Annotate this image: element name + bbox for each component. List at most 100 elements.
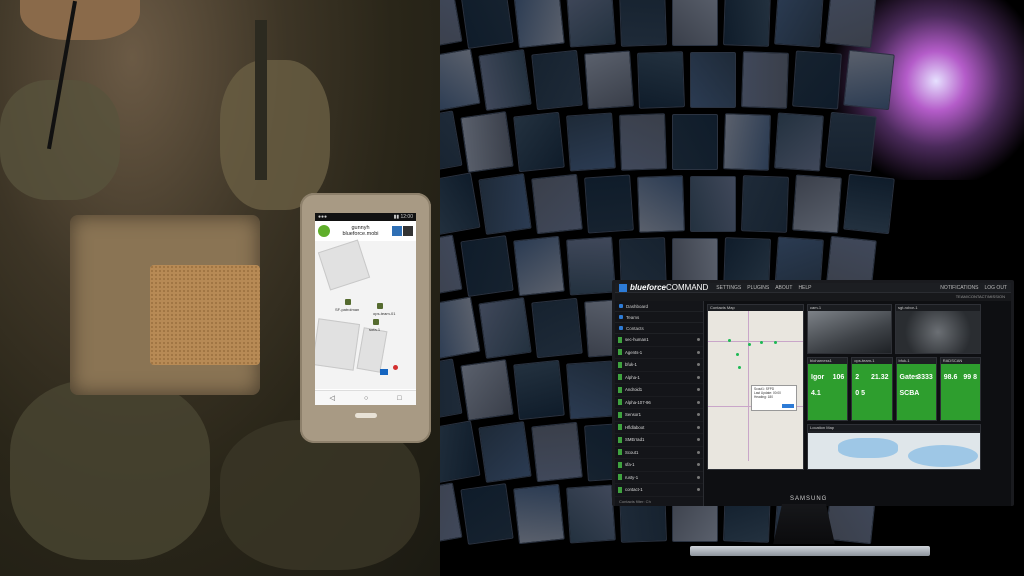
list-item[interactable]: sec-human1 — [615, 334, 703, 347]
list-item[interactable]: Agents-1 — [615, 347, 703, 359]
camera-feed[interactable] — [896, 311, 980, 353]
map-label: sofa-1 — [369, 327, 381, 332]
video-wall-tile — [478, 49, 532, 111]
video-wall-tile — [792, 50, 842, 110]
contact-name: contact-1 — [625, 487, 643, 493]
status-dot-icon — [697, 425, 700, 429]
location-map[interactable] — [808, 433, 980, 469]
contact-icon — [618, 399, 622, 406]
video-wall-tile — [723, 113, 771, 171]
stat-panel[interactable]: bfuk-1 Gates 3333 SCBA — [895, 357, 937, 421]
app-logo: blueforceCOMMAND — [630, 283, 708, 292]
contact-marker-icon[interactable] — [345, 299, 351, 305]
contacts-map[interactable]: Scout1: SFPD Last Update: 00:00 Heading:… — [708, 311, 803, 469]
dashboard-grid: Contacts Map Scout1: SFPD Last Update: 0… — [704, 301, 1011, 506]
list-item[interactable]: Sensor1 — [615, 409, 703, 422]
contact-marker-icon[interactable] — [373, 319, 379, 325]
stat-name: Igor — [811, 374, 825, 381]
contact-dot-icon[interactable] — [728, 339, 731, 342]
camera-feed[interactable] — [808, 311, 891, 353]
map-road — [748, 311, 749, 461]
list-item[interactable]: contact-1 — [615, 484, 703, 497]
status-dot-icon[interactable] — [318, 225, 330, 237]
contact-icon — [618, 461, 622, 468]
contact-name: Sensor1 — [625, 412, 642, 418]
stat-panel[interactable]: ops-team-1 2 21.32 0 5 — [851, 357, 893, 421]
camera-panel-2: sgt-robor-1 — [895, 304, 981, 354]
status-dot-icon — [697, 463, 700, 467]
status-dot-icon — [697, 488, 700, 492]
teams-icon — [619, 315, 623, 319]
phone-home-button[interactable] — [355, 413, 377, 418]
contact-icon — [618, 474, 622, 481]
contact-marker-icon[interactable] — [377, 303, 383, 309]
top-nav: SETTINGS PLUGINS ABOUT HELP — [716, 285, 811, 291]
logout-link[interactable]: LOG OUT — [984, 285, 1007, 291]
rugged-phone: ●●● ▮▮ 12:00 gunnyh blueforce.mobi SF-pat… — [300, 193, 431, 443]
list-item[interactable]: SMErrad1 — [615, 434, 703, 447]
list-item[interactable]: bfuk-1 — [615, 359, 703, 372]
stat-name: 98.6 — [943, 374, 958, 381]
nav-about[interactable]: ABOUT — [775, 285, 792, 291]
contact-dot-icon[interactable] — [738, 366, 741, 369]
sidebar-item-label: Teams — [626, 314, 640, 320]
notifications-link[interactable]: NOTIFICATIONS — [940, 285, 978, 291]
video-wall-tile — [478, 297, 532, 359]
alert-badge-icon[interactable] — [393, 365, 398, 370]
camo-patch — [10, 380, 210, 560]
video-wall-tile — [690, 176, 736, 232]
home-icon[interactable]: ○ — [364, 395, 368, 402]
back-icon[interactable]: ◁ — [330, 394, 335, 402]
status-dot-icon — [697, 388, 700, 392]
phone-layers-button[interactable] — [392, 226, 402, 236]
contact-dot-icon[interactable] — [760, 341, 763, 344]
sidebar-item-teams[interactable]: Teams — [615, 312, 703, 323]
status-dot-icon — [697, 375, 700, 379]
contact-name: sec-human1 — [625, 337, 649, 343]
contact-name: Alpha-1 — [625, 374, 640, 380]
stat-panel[interactable]: bioharness1 Igor 106 4.1 — [807, 357, 849, 421]
list-item[interactable]: Alpha-1 — [615, 372, 703, 384]
stats-row: bioharness1 Igor 106 4.1 ops-team-1 2 21.32 0 5… — [807, 357, 981, 421]
camo-patch — [0, 80, 120, 200]
video-camera-icon[interactable] — [380, 369, 388, 375]
status-dot-icon — [697, 400, 700, 404]
location-map-panel: Location Map — [807, 424, 981, 470]
list-item[interactable]: sfa-1 — [615, 459, 703, 472]
contact-icon — [618, 349, 622, 356]
stat-sub: 0 5 — [855, 390, 865, 397]
app-body: Dashboard Teams Contacts sec-human1 Agent… — [615, 301, 1011, 506]
video-wall-tile — [825, 0, 877, 49]
video-wall-tile — [584, 50, 634, 110]
contact-dot-icon[interactable] — [736, 353, 739, 356]
water-area — [908, 445, 978, 467]
stat-panel[interactable]: RADSCAN 98.6 99 8 — [939, 357, 981, 421]
contact-dot-icon[interactable] — [748, 343, 751, 346]
sidebar-item-contacts[interactable]: Contacts — [615, 323, 703, 334]
list-item[interactable]: Scout1 — [615, 447, 703, 459]
nav-help[interactable]: HELP — [798, 285, 811, 291]
map-building — [317, 239, 371, 291]
list-item[interactable]: Android1 — [615, 384, 703, 397]
video-wall-tile — [741, 175, 789, 233]
video-wall-tile — [460, 483, 514, 545]
recent-apps-icon[interactable]: □ — [397, 395, 401, 402]
list-item[interactable]: Hfldlaboot — [615, 422, 703, 434]
phone-map[interactable]: SF-patrolman ops-team-01 sofa-1 — [315, 239, 416, 389]
nav-settings[interactable]: SETTINGS — [716, 285, 741, 291]
phone-screen: ●●● ▮▮ 12:00 gunnyh blueforce.mobi SF-pat… — [315, 213, 416, 405]
video-wall-tile — [637, 51, 685, 109]
contacts-map-panel: Contacts Map Scout1: SFPD Last Update: 0… — [707, 304, 804, 470]
popup-ok-button[interactable] — [782, 404, 794, 408]
video-wall-tile — [619, 0, 667, 47]
video-wall-tile — [825, 111, 877, 173]
list-item[interactable]: Alpha-107-96 — [615, 397, 703, 409]
contact-dot-icon[interactable] — [774, 341, 777, 344]
video-wall-tile — [460, 235, 514, 297]
contact-list: sec-human1 Agents-1 bfuk-1 Alpha-1 Android1 A… — [615, 334, 703, 497]
sidebar-item-dashboard[interactable]: Dashboard — [615, 301, 703, 312]
phone-menu-button[interactable] — [403, 226, 413, 236]
nav-plugins[interactable]: PLUGINS — [747, 285, 769, 291]
sidebar-item-label: Contacts — [626, 325, 644, 331]
list-item[interactable]: rusty-1 — [615, 472, 703, 484]
